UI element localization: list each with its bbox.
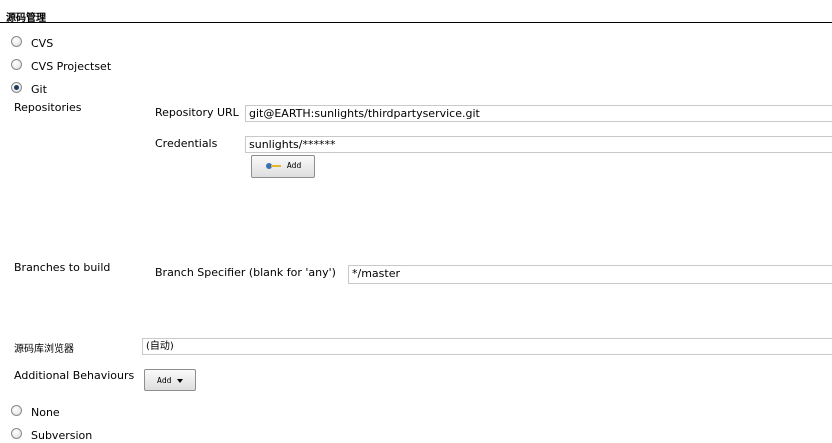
scm-option-cvs-projectset-label: CVS Projectset — [31, 60, 112, 73]
radio-git[interactable] — [11, 82, 22, 93]
add-credentials-button[interactable]: Add — [251, 155, 315, 178]
scm-option-subversion[interactable] — [11, 428, 22, 442]
credentials-label: Credentials — [155, 137, 218, 150]
scm-option-cvs[interactable] — [11, 36, 22, 50]
additional-behaviours-label: Additional Behaviours — [14, 369, 135, 382]
radio-cvs[interactable] — [11, 36, 22, 47]
repo-browser-label: 源码库浏览器 — [14, 344, 74, 355]
scm-option-cvs-label: CVS — [31, 37, 54, 50]
repository-url-label: Repository URL — [155, 106, 239, 119]
repositories-label: Repositories — [14, 101, 82, 114]
scm-option-none[interactable] — [11, 405, 22, 419]
branches-to-build-label: Branches to build — [14, 261, 111, 274]
repository-url-input[interactable]: git@EARTH:sunlights/thirdpartyservice.gi… — [245, 105, 832, 122]
branch-specifier-input[interactable]: */master — [348, 265, 832, 284]
scm-option-none-label: None — [31, 406, 60, 419]
add-credentials-label: Add — [286, 161, 302, 170]
scm-option-git-label: Git — [31, 83, 47, 96]
key-icon — [266, 162, 282, 170]
radio-none[interactable] — [11, 405, 22, 416]
credentials-select[interactable]: sunlights/****** — [245, 136, 832, 153]
scm-option-subversion-label: Subversion — [31, 429, 93, 442]
radio-cvs-projectset[interactable] — [11, 59, 22, 70]
chevron-down-icon — [177, 378, 184, 383]
radio-subversion[interactable] — [11, 428, 22, 439]
add-behaviour-label: Add — [157, 376, 172, 385]
repo-browser-select[interactable]: (自动) — [142, 338, 832, 355]
add-behaviour-button[interactable]: Add — [144, 369, 196, 391]
branch-specifier-label: Branch Specifier (blank for 'any') — [155, 266, 336, 279]
scm-option-git[interactable] — [11, 82, 22, 96]
scm-option-cvs-projectset[interactable] — [11, 59, 22, 73]
section-divider — [0, 22, 832, 23]
